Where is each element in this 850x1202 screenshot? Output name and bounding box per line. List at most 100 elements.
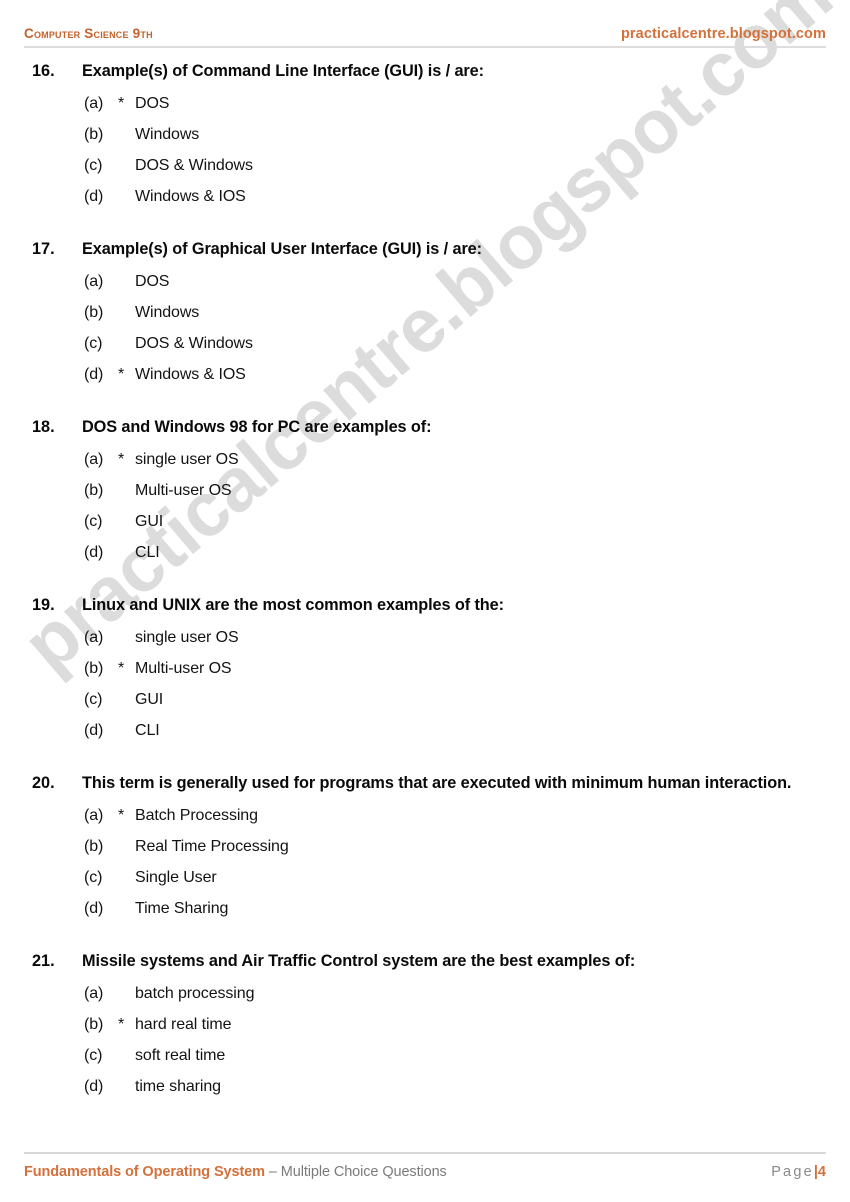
option-label: (d) xyxy=(84,544,104,561)
option-list: (a) * single user OS (b) Multi-user OS (c) GUI… xyxy=(0,444,850,568)
option-text: Windows & IOS xyxy=(135,366,246,383)
question-block: 21. Missile systems and Air Traffic Contr… xyxy=(0,948,850,1102)
question-block: 20. This term is generally used for progr… xyxy=(0,770,850,924)
option-row[interactable]: (d) * Windows & IOS xyxy=(0,359,850,390)
option-text: CLI xyxy=(135,722,160,739)
option-text: hard real time xyxy=(135,1016,232,1033)
option-text: Multi-user OS xyxy=(135,660,232,677)
option-row[interactable]: (a) DOS xyxy=(0,266,850,297)
question-text: Missile systems and Air Traffic Control … xyxy=(82,952,636,970)
footer-divider xyxy=(24,1152,826,1154)
option-text: Multi-user OS xyxy=(135,482,232,499)
option-label: (b) xyxy=(84,304,104,321)
option-text: Single User xyxy=(135,869,217,886)
option-text: batch processing xyxy=(135,985,255,1002)
option-label: (b) xyxy=(84,838,104,855)
option-row[interactable]: (b) Real Time Processing xyxy=(0,831,850,862)
header-divider xyxy=(24,46,826,48)
option-text: GUI xyxy=(135,513,164,530)
option-list: (a) single user OS (b) * Multi-user OS (c) GUI… xyxy=(0,622,850,746)
question-text: Example(s) of Graphical User Interface (… xyxy=(82,240,482,258)
option-row[interactable]: (d) Windows & IOS xyxy=(0,181,850,212)
option-row[interactable]: (a) * single user OS xyxy=(0,444,850,475)
page-number: 4 xyxy=(817,1164,826,1180)
option-label: (c) xyxy=(84,869,103,886)
option-label: (a) xyxy=(84,95,104,112)
option-row[interactable]: (a) * DOS xyxy=(0,88,850,119)
correct-answer-marker: * xyxy=(118,1016,125,1033)
option-row[interactable]: (b) * hard real time xyxy=(0,1009,850,1040)
option-label: (d) xyxy=(84,188,104,205)
option-list: (a) batch processing (b) * hard real time (c)… xyxy=(0,978,850,1102)
option-text: DOS & Windows xyxy=(135,335,253,352)
option-label: (c) xyxy=(84,691,103,708)
header-website-url: practicalcentre.blogspot.com xyxy=(620,26,826,42)
option-text: Windows & IOS xyxy=(135,188,246,205)
question-text: DOS and Windows 98 for PC are examples o… xyxy=(82,418,432,436)
question-block: 19. Linux and UNIX are the most common ex… xyxy=(0,592,850,746)
option-list: (a) * Batch Processing (b) Real Time Process… xyxy=(0,800,850,924)
option-text: single user OS xyxy=(135,451,239,468)
option-label: (d) xyxy=(84,900,104,917)
option-row[interactable]: (a) * Batch Processing xyxy=(0,800,850,831)
option-text: GUI xyxy=(135,691,164,708)
option-label: (a) xyxy=(84,629,104,646)
option-row[interactable]: (b) Multi-user OS xyxy=(0,475,850,506)
option-row[interactable]: (b) Windows xyxy=(0,119,850,150)
option-row[interactable]: (b) Windows xyxy=(0,297,850,328)
option-row[interactable]: (a) single user OS xyxy=(0,622,850,653)
option-label: (a) xyxy=(84,985,104,1002)
page-footer: Fundamentals of Operating System – Multi… xyxy=(24,1160,826,1184)
option-row[interactable]: (c) soft real time xyxy=(0,1040,850,1071)
option-label: (b) xyxy=(84,660,104,677)
option-text: DOS & Windows xyxy=(135,157,253,174)
option-row[interactable]: (c) Single User xyxy=(0,862,850,893)
footer-chapter-title: Fundamentals of Operating System xyxy=(24,1164,265,1180)
option-text: Real Time Processing xyxy=(135,838,289,855)
option-row[interactable]: (b) * Multi-user OS xyxy=(0,653,850,684)
option-row[interactable]: (c) DOS & Windows xyxy=(0,150,850,181)
option-row[interactable]: (a) batch processing xyxy=(0,978,850,1009)
option-row[interactable]: (c) DOS & Windows xyxy=(0,328,850,359)
option-text: Windows xyxy=(135,304,200,321)
option-row[interactable]: (c) GUI xyxy=(0,506,850,537)
option-text: single user OS xyxy=(135,629,239,646)
question-text: This term is generally used for programs… xyxy=(82,774,792,792)
option-text: soft real time xyxy=(135,1047,226,1064)
question-block: 18. DOS and Windows 98 for PC are example… xyxy=(0,414,850,568)
option-text: CLI xyxy=(135,544,160,561)
questions-container: 16. Example(s) of Command Line Interface … xyxy=(0,58,850,1126)
option-label: (c) xyxy=(84,513,103,530)
page-header: Computer Science 9th practicalcentre.blo… xyxy=(24,26,826,48)
option-row[interactable]: (c) GUI xyxy=(0,684,850,715)
question-block: 16. Example(s) of Command Line Interface … xyxy=(0,58,850,212)
question-text: Linux and UNIX are the most common examp… xyxy=(82,596,504,614)
option-list: (a) DOS (b) Windows (c) DOS & Windows (d) * Wind… xyxy=(0,266,850,390)
footer-chapter-subtitle: – Multiple Choice Questions xyxy=(264,1164,447,1180)
header-subject-title: Computer Science 9th xyxy=(24,26,153,41)
option-text: DOS xyxy=(135,273,170,290)
correct-answer-marker: * xyxy=(118,451,125,468)
option-label: (a) xyxy=(84,807,104,824)
option-text: time sharing xyxy=(135,1078,221,1095)
page-number-group: Page|4 xyxy=(771,1162,826,1182)
option-row[interactable]: (d) CLI xyxy=(0,715,850,746)
footer-chapter-label: Fundamentals of Operating System – Multi… xyxy=(24,1162,447,1182)
option-text: Time Sharing xyxy=(135,900,229,917)
option-row[interactable]: (d) Time Sharing xyxy=(0,893,850,924)
option-label: (d) xyxy=(84,722,104,739)
correct-answer-marker: * xyxy=(118,660,125,677)
correct-answer-marker: * xyxy=(118,366,125,383)
page-label: Page xyxy=(771,1164,814,1180)
option-row[interactable]: (d) CLI xyxy=(0,537,850,568)
option-row[interactable]: (d) time sharing xyxy=(0,1071,850,1102)
option-label: (a) xyxy=(84,451,104,468)
option-label: (c) xyxy=(84,1047,103,1064)
option-text: DOS xyxy=(135,95,170,112)
option-label: (d) xyxy=(84,1078,104,1095)
option-label: (c) xyxy=(84,335,103,352)
option-label: (d) xyxy=(84,366,104,383)
option-text: Batch Processing xyxy=(135,807,258,824)
correct-answer-marker: * xyxy=(118,95,125,112)
option-label: (b) xyxy=(84,126,104,143)
